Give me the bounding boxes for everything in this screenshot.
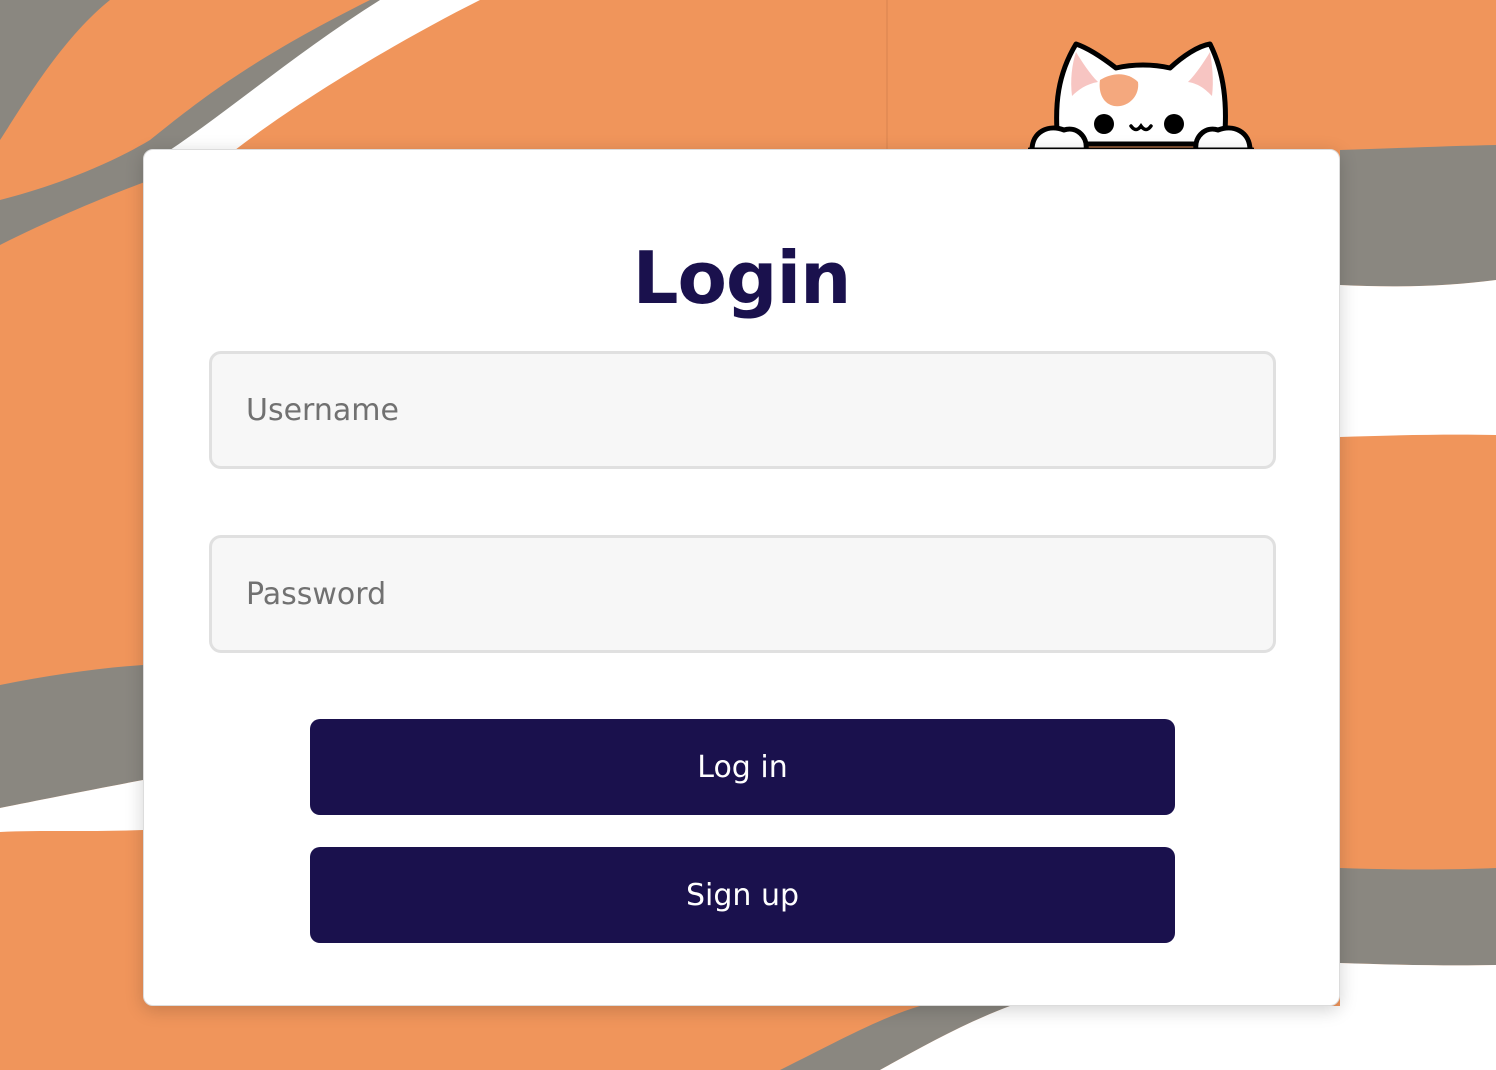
login-card: Login Log in Sign up <box>143 149 1340 1006</box>
password-input[interactable] <box>209 535 1276 653</box>
signup-button[interactable]: Sign up <box>310 847 1175 943</box>
username-input[interactable] <box>209 351 1276 469</box>
page-title: Login <box>632 236 852 320</box>
cat-peeking-icon <box>1028 41 1254 153</box>
login-button[interactable]: Log in <box>310 719 1175 815</box>
login-page: Login Log in Sign up <box>0 0 1496 1070</box>
